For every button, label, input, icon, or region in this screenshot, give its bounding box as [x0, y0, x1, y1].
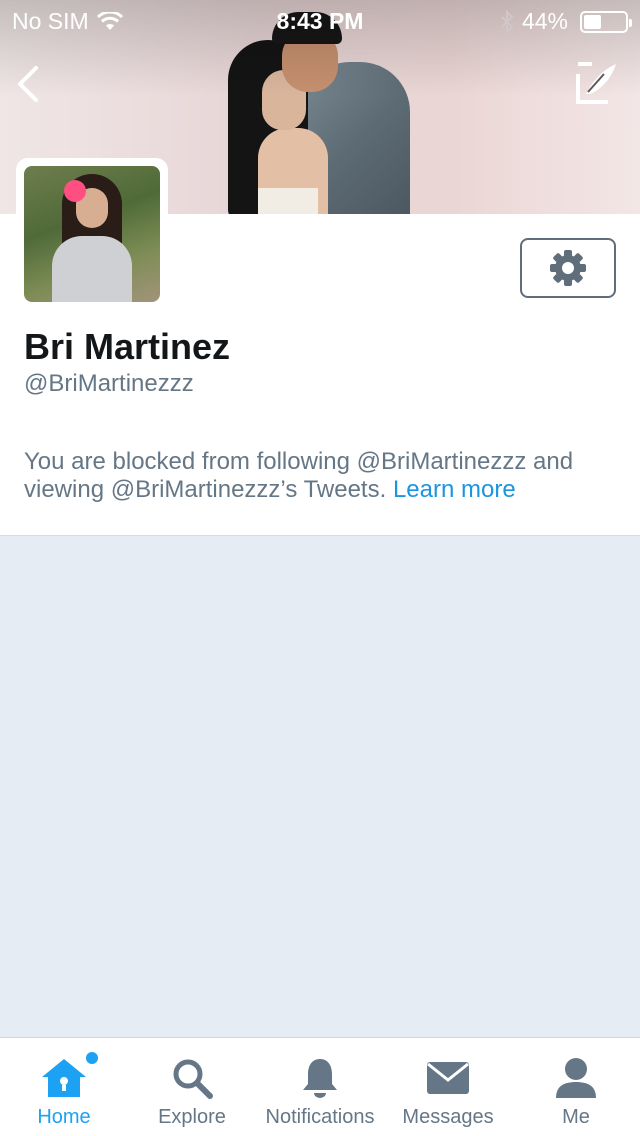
avatar[interactable]: [16, 158, 168, 310]
gear-icon: [550, 250, 586, 286]
battery-icon: [580, 10, 632, 33]
status-bar: No SIM 8:43 PM 44%: [0, 0, 640, 40]
settings-button[interactable]: [520, 238, 616, 298]
battery-fill: [584, 14, 602, 29]
battery-percent: 44%: [521, 8, 568, 34]
person-icon: [552, 1056, 600, 1100]
search-icon: [168, 1056, 216, 1100]
compose-tweet-icon[interactable]: [574, 60, 620, 106]
tab-label: Me: [562, 1106, 590, 1128]
tab-label: Messages: [402, 1106, 494, 1128]
tab-home[interactable]: Home: [0, 1038, 128, 1136]
learn-more-link[interactable]: Learn more: [393, 476, 516, 503]
chevron-left-icon[interactable]: [14, 64, 44, 104]
bluetooth-icon: [501, 9, 514, 34]
tab-notifications[interactable]: Notifications: [256, 1038, 384, 1136]
home-icon: [40, 1056, 88, 1100]
profile-name: Bri Martinez: [24, 326, 231, 367]
tab-label: Explore: [158, 1106, 226, 1128]
tab-bar: Home Explore Notifications Messages Me: [0, 1037, 640, 1136]
status-right-group: 44%: [500, 8, 632, 35]
avatar-photo-person: [52, 236, 132, 302]
avatar-photo-flower: [64, 180, 86, 202]
tab-label: Home: [37, 1106, 91, 1128]
avatar-photo: [24, 166, 160, 302]
home-notification-dot: [86, 1052, 98, 1064]
tab-messages[interactable]: Messages: [384, 1038, 512, 1136]
tab-me[interactable]: Me: [512, 1038, 640, 1136]
tab-explore[interactable]: Explore: [128, 1038, 256, 1136]
tab-label: Notifications: [265, 1106, 375, 1128]
profile-handle: @BriMartinezzz: [24, 370, 194, 397]
blocked-message: You are blocked from following @BriMarti…: [24, 448, 624, 504]
bell-icon: [296, 1056, 344, 1100]
envelope-icon: [424, 1056, 472, 1100]
